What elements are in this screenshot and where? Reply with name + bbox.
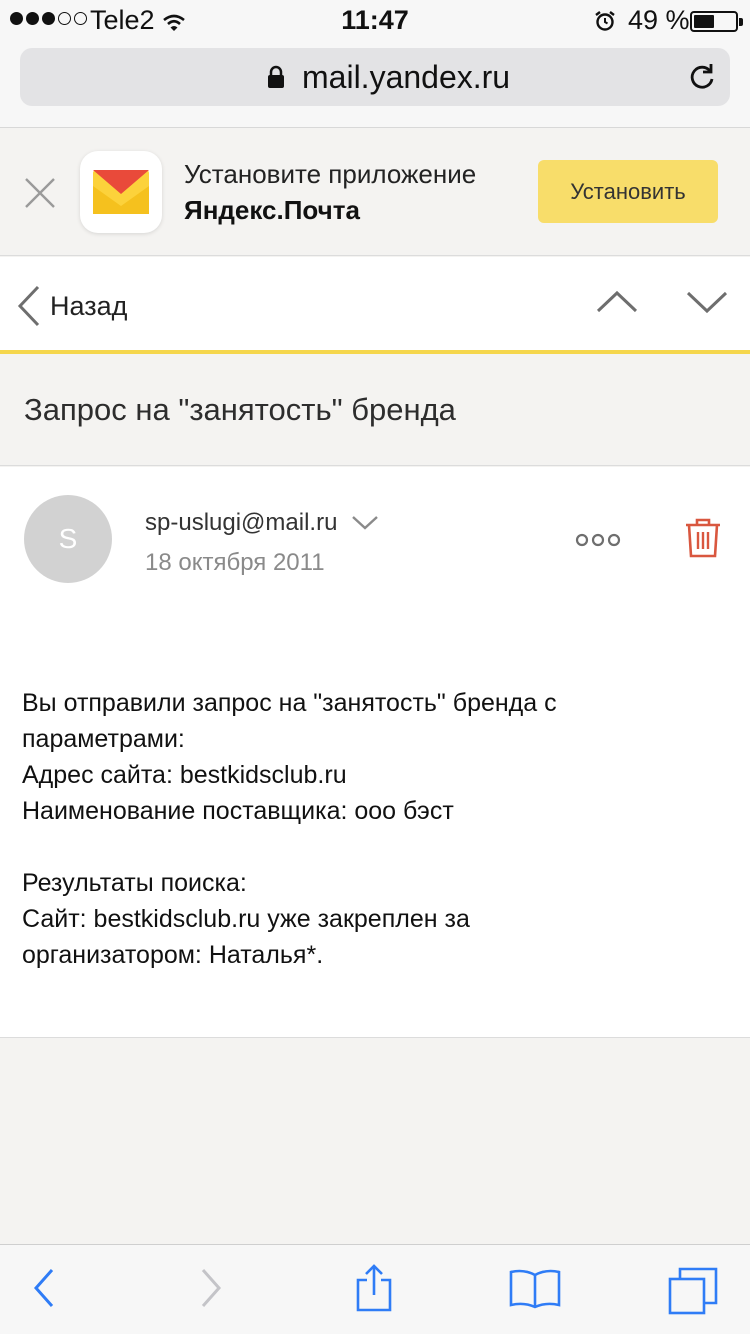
- body-line: Результаты поиска:: [22, 869, 247, 897]
- message-body: Вы отправили запрос на "занятость" бренд…: [22, 685, 722, 973]
- avatar: S: [24, 495, 112, 583]
- close-icon[interactable]: [24, 177, 56, 214]
- browser-toolbar: [0, 1244, 750, 1334]
- battery-icon: [690, 11, 743, 32]
- sender-email[interactable]: sp-uslugi@mail.ru: [145, 509, 337, 537]
- body-line: Сайт: bestkidsclub.ru уже закреплен за: [22, 905, 470, 933]
- trash-icon[interactable]: [684, 517, 722, 564]
- status-bar: Tele2 11:47 49 %: [0, 0, 750, 40]
- message-card: S sp-uslugi@mail.ru 18 октября 2011 Вы о…: [0, 467, 750, 1038]
- battery-percentage: 49 %: [628, 5, 690, 35]
- sender-row[interactable]: sp-uslugi@mail.ru: [145, 509, 379, 537]
- envelope-icon: [93, 170, 149, 214]
- chevron-left-icon: [17, 285, 40, 327]
- mail-nav-bar: Назад: [0, 257, 750, 354]
- more-options-icon[interactable]: [575, 533, 621, 552]
- alarm-icon: [594, 8, 616, 39]
- banner-app-name: Яндекс.Почта: [184, 195, 360, 225]
- reload-icon[interactable]: [687, 62, 717, 97]
- bookmarks-icon[interactable]: [508, 1269, 562, 1314]
- lock-icon: [266, 65, 286, 94]
- tabs-icon[interactable]: [668, 1267, 718, 1320]
- body-line: организатором: Наталья*.: [22, 941, 324, 969]
- url-text[interactable]: mail.yandex.ru: [302, 59, 510, 96]
- banner-title: Установите приложение: [184, 159, 477, 189]
- body-line: параметрами:: [22, 725, 185, 753]
- previous-message-button[interactable]: [596, 289, 638, 320]
- message-subject: Запрос на "занятость" бренда: [24, 392, 456, 427]
- install-button[interactable]: Установить: [538, 160, 718, 223]
- browser-address-bar-area: mail.yandex.ru: [0, 40, 750, 128]
- forward-arrow-icon[interactable]: [199, 1267, 223, 1314]
- chevron-down-icon: [686, 291, 728, 314]
- chevron-up-icon: [596, 290, 638, 313]
- subject-bar: Запрос на "занятость" бренда: [0, 354, 750, 466]
- yandex-mail-app-icon: [80, 151, 162, 233]
- app-install-banner: Установите приложение Яндекс.Почта Устан…: [0, 129, 750, 256]
- body-line: [22, 829, 722, 865]
- share-icon[interactable]: [354, 1263, 394, 1318]
- back-button[interactable]: Назад: [16, 285, 127, 327]
- body-line: Наименование поставщика: ооо бэст: [22, 797, 454, 825]
- address-bar[interactable]: mail.yandex.ru: [20, 48, 730, 106]
- next-message-button[interactable]: [686, 289, 728, 320]
- chevron-down-icon[interactable]: [351, 515, 379, 531]
- back-label: Назад: [50, 290, 128, 321]
- message-date: 18 октября 2011: [145, 549, 325, 576]
- body-line: Вы отправили запрос на "занятость" бренд…: [22, 689, 557, 717]
- body-line: Адрес сайта: bestkidsclub.ru: [22, 761, 347, 789]
- back-arrow-icon[interactable]: [32, 1267, 56, 1314]
